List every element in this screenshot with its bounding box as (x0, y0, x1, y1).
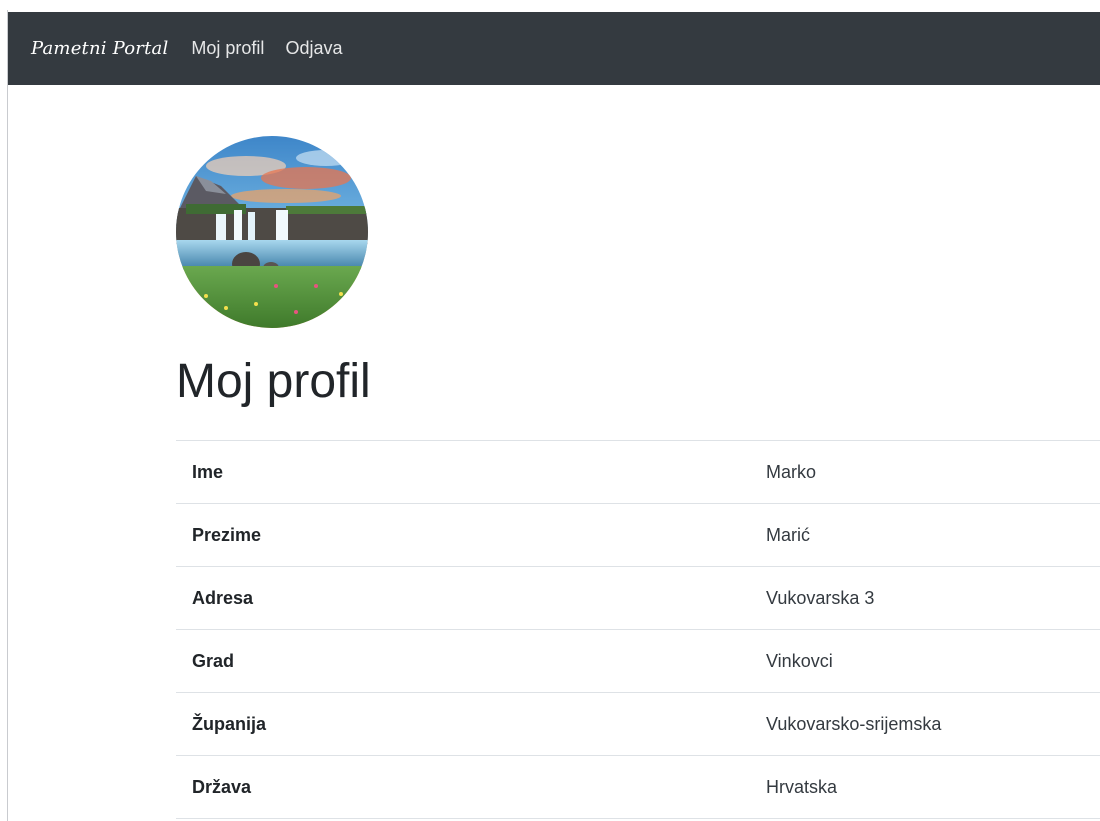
field-value: Marić (753, 503, 1100, 567)
brand-logo[interactable]: Pametni Portal (31, 38, 168, 59)
profile-table: Ime Marko Prezime Marić Adresa Vukovarsk… (176, 440, 1100, 819)
table-row: Županija Vukovarsko-srijemska (176, 692, 1100, 756)
navbar: Pametni Portal Moj profil Odjava (8, 12, 1100, 85)
field-label: Ime (176, 440, 753, 504)
avatar (176, 136, 368, 328)
table-row: Adresa Vukovarska 3 (176, 566, 1100, 630)
field-value: Marko (753, 440, 1100, 504)
window-edge (7, 10, 8, 821)
field-value: Hrvatska (753, 755, 1100, 819)
field-label: Županija (176, 692, 753, 756)
field-label: Adresa (176, 566, 753, 630)
profile-content: Moj profil Ime Marko Prezime Marić Adres… (176, 136, 1100, 819)
nav-link-moj-profil[interactable]: Moj profil (191, 38, 264, 59)
table-row: Prezime Marić (176, 503, 1100, 567)
field-label: Država (176, 755, 753, 819)
page-title: Moj profil (176, 355, 371, 408)
field-value: Vinkovci (753, 629, 1100, 693)
field-label: Grad (176, 629, 753, 693)
waterfall-landscape-image (176, 136, 368, 328)
table-row: Grad Vinkovci (176, 629, 1100, 693)
table-row: Država Hrvatska (176, 755, 1100, 819)
table-row: Ime Marko (176, 440, 1100, 504)
page: Pametni Portal Moj profil Odjava Moj pro… (0, 0, 1100, 821)
nav-link-odjava[interactable]: Odjava (285, 38, 342, 59)
field-value: Vukovarska 3 (753, 566, 1100, 630)
field-value: Vukovarsko-srijemska (753, 692, 1100, 756)
field-label: Prezime (176, 503, 753, 567)
